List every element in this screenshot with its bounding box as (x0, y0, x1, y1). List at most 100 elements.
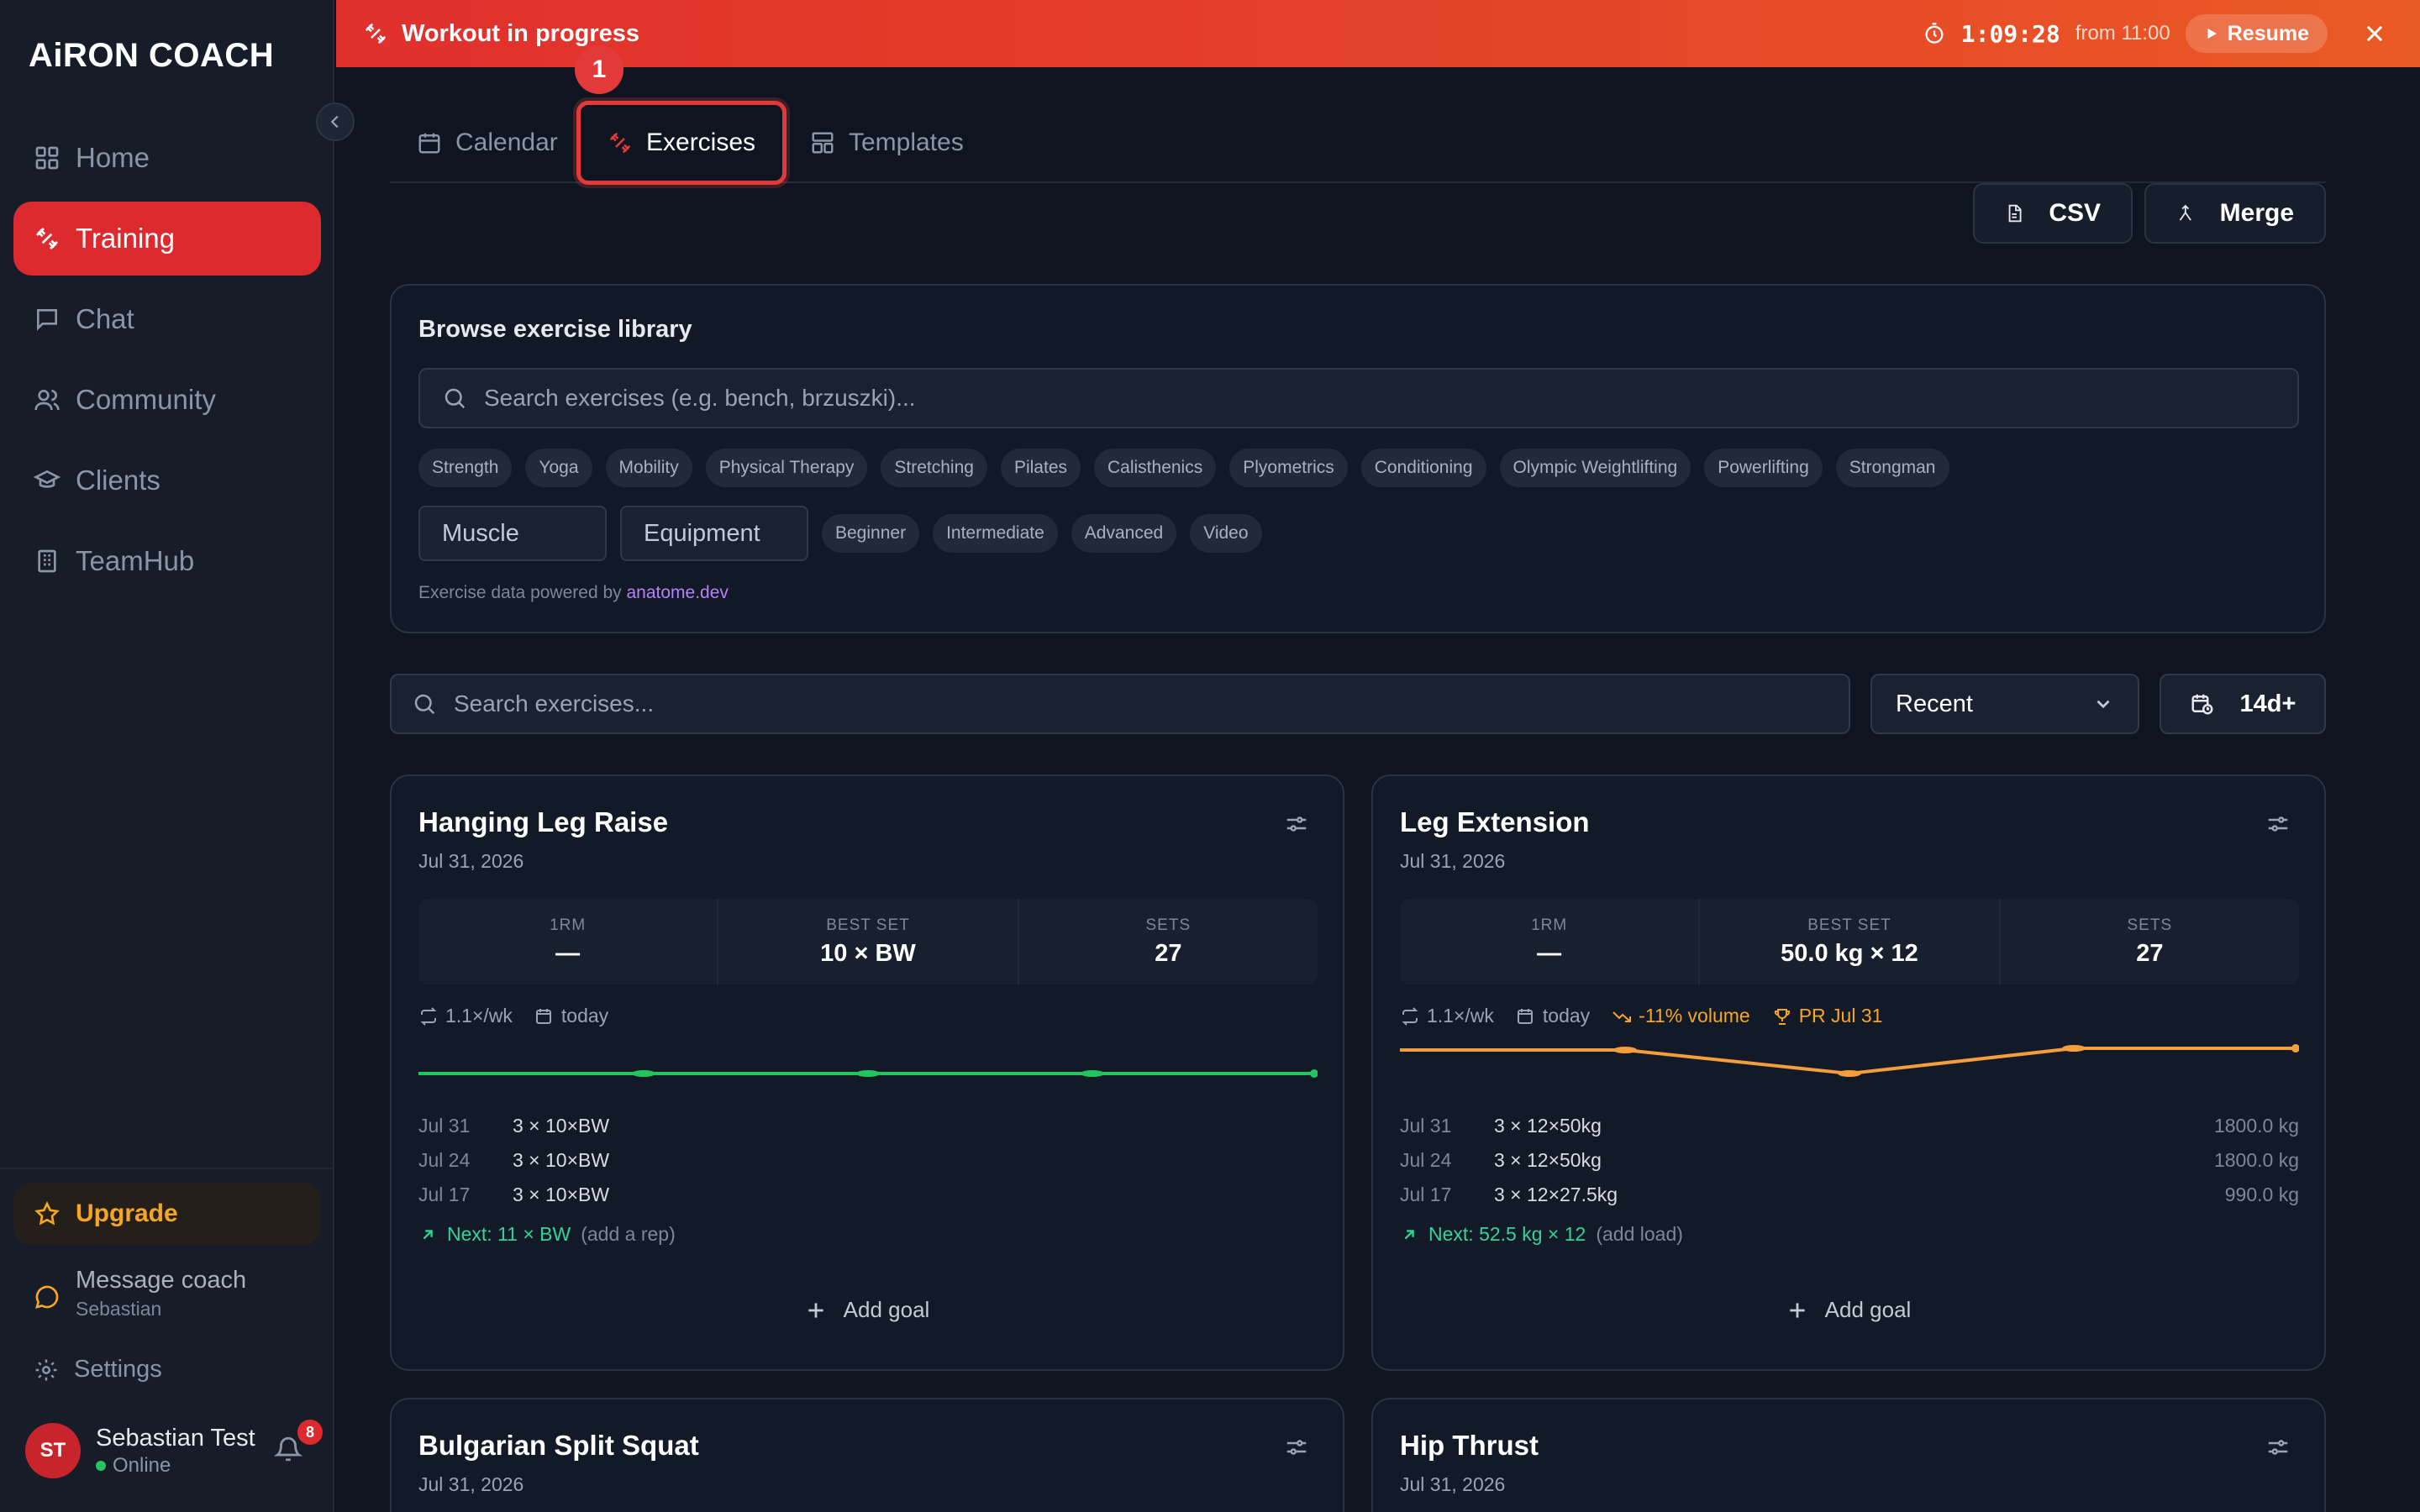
period-filter-button[interactable]: 14d+ (2160, 674, 2326, 734)
library-search-input[interactable]: Search exercises (e.g. bench, brzuszki).… (418, 368, 2299, 428)
history-volume: 1800.0 kg (2213, 1149, 2299, 1171)
history-date: Jul 24 (1400, 1149, 1452, 1171)
resume-button[interactable]: Resume (2185, 14, 2328, 53)
sort-value: Recent (1896, 690, 1973, 717)
arrow-up-right-icon (423, 1229, 433, 1239)
add-goal-button[interactable]: Add goal (392, 1297, 1343, 1323)
next-target-label: Next: 11 × BW (447, 1223, 571, 1245)
tab-label: Calendar (455, 129, 558, 156)
equipment-select[interactable]: Equipment (620, 506, 808, 561)
sidebar-item-training[interactable]: Training (13, 202, 321, 276)
level-chip[interactable]: Intermediate (933, 514, 1058, 553)
workout-start-time: from 11:00 (2075, 22, 2170, 45)
sidebar-item-community[interactable]: Community (13, 363, 321, 437)
collapse-sidebar-button[interactable] (316, 102, 355, 141)
category-chip[interactable]: Physical Therapy (705, 449, 868, 487)
users-icon (34, 390, 60, 411)
app-logo[interactable]: AiRON COACH (29, 37, 274, 75)
stat-label: SETS (1145, 916, 1192, 934)
category-chip[interactable]: Plyometrics (1229, 449, 1348, 487)
chat-icon (37, 309, 57, 331)
category-chip[interactable]: Mobility (605, 449, 692, 487)
tab-templates[interactable]: Templates (810, 101, 964, 185)
workout-banner: Workout in progress 1:09:28 from 11:00 R… (336, 0, 2420, 67)
settings-button[interactable]: Settings (34, 1356, 162, 1383)
stat-1rm: 1RM — (1400, 899, 1701, 984)
sparkline-point (856, 1070, 880, 1077)
category-chips: Strength Yoga Mobility Physical Therapy … (418, 449, 1949, 487)
sidebar-item-clients[interactable]: Clients (13, 444, 321, 517)
history-date: Jul 17 (418, 1184, 471, 1205)
sliders-icon[interactable] (1284, 811, 1309, 837)
sidebar-item-home[interactable]: Home (13, 121, 321, 195)
library-title: Browse exercise library (418, 316, 692, 343)
tab-calendar[interactable]: Calendar (417, 101, 558, 185)
history-date: Jul 17 (1400, 1184, 1452, 1205)
calendar-clock-icon (1517, 1008, 1533, 1024)
volume-sparkline (1400, 1044, 2299, 1077)
level-chip[interactable]: Advanced (1071, 514, 1177, 553)
user-name: Sebastian Test (96, 1424, 255, 1452)
exercise-card[interactable]: Hip Thrust Jul 31, 2026 (1371, 1398, 2326, 1512)
trophy-icon (1774, 1008, 1790, 1025)
category-chip[interactable]: Powerlifting (1704, 449, 1823, 487)
sidebar: AiRON COACH Home Training Chat Community… (0, 0, 334, 1512)
attribution-link[interactable]: anatome.dev (626, 583, 728, 602)
upgrade-button[interactable]: Upgrade (13, 1183, 321, 1245)
notifications-button[interactable] (274, 1435, 302, 1463)
history-row: Jul 31 3 × 12×50kg 1800.0 kg (1400, 1109, 2299, 1143)
category-chip[interactable]: Yoga (525, 449, 592, 487)
stat-best-set: BEST SET 50.0 kg × 12 (1700, 899, 2001, 984)
merge-icon (2179, 204, 2191, 221)
level-chip[interactable]: Beginner (822, 514, 920, 553)
history-date: Jul 31 (418, 1115, 471, 1137)
exercise-title: Hanging Leg Raise (418, 806, 669, 837)
stat-value: 27 (2136, 939, 2164, 967)
user-status-label: Online (113, 1453, 171, 1477)
category-chip[interactable]: Strongman (1835, 449, 1949, 487)
sidebar-item-teamhub[interactable]: TeamHub (13, 524, 321, 598)
sort-select[interactable]: Recent (1870, 674, 2139, 734)
add-goal-label: Add goal (1824, 1297, 1912, 1322)
plus-icon (808, 1302, 823, 1318)
repeat-icon (1402, 1006, 1418, 1026)
category-chip[interactable]: Pilates (1000, 449, 1081, 487)
exercise-search-input[interactable]: Search exercises... (390, 674, 1850, 734)
csv-export-button[interactable]: CSV (1973, 183, 2133, 244)
exercise-library-panel: Browse exercise library Search exercises… (390, 284, 2326, 633)
next-target-label: Next: 52.5 kg × 12 (1428, 1223, 1586, 1245)
workout-timer: 1:09:28 (1960, 19, 2060, 48)
sidebar-item-chat[interactable]: Chat (13, 282, 321, 356)
category-chip[interactable]: Strength (418, 449, 513, 487)
category-chip[interactable]: Olympic Weightlifting (1499, 449, 1691, 487)
stat-label: SETS (2127, 916, 2173, 934)
history-row: Jul 31 3 × 10×BW (418, 1109, 1318, 1143)
message-coach-button[interactable]: Message coach Sebastian (34, 1267, 246, 1320)
exercise-card[interactable]: Leg Extension Jul 31, 2026 1RM — BEST SE… (1371, 774, 2326, 1371)
exercise-stats: 1RM — BEST SET 50.0 kg × 12 SETS 27 (1400, 899, 2299, 984)
tab-exercises[interactable]: Exercises (576, 101, 787, 185)
frequency: 1.1×/wk (418, 1005, 513, 1027)
sliders-icon[interactable] (2265, 1435, 2291, 1460)
muscle-select[interactable]: Muscle (418, 506, 607, 561)
video-chip[interactable]: Video (1190, 514, 1262, 553)
user-profile[interactable]: ST Sebastian Test Online (25, 1423, 255, 1478)
training-tabs: Calendar Exercises Templates (390, 101, 2326, 185)
sidebar-item-label: Clients (76, 465, 160, 496)
coach-name: Sebastian (76, 1298, 162, 1320)
search-icon (414, 694, 435, 715)
sliders-icon[interactable] (2265, 811, 2291, 837)
category-chip[interactable]: Calisthenics (1094, 449, 1217, 487)
close-icon[interactable] (2363, 22, 2386, 45)
add-goal-button[interactable]: Add goal (1373, 1297, 2324, 1323)
pr-label: PR Jul 31 (1798, 1005, 1883, 1026)
category-chip[interactable]: Stretching (881, 449, 987, 487)
exercise-card[interactable]: Hanging Leg Raise Jul 31, 2026 1RM — BES… (390, 774, 1344, 1371)
exercise-card[interactable]: Bulgarian Split Squat Jul 31, 2026 (390, 1398, 1344, 1512)
next-target: Next: 52.5 kg × 12 (add load) (1400, 1223, 1683, 1246)
merge-button[interactable]: Merge (2144, 183, 2326, 244)
volume-trend-label: -11% volume (1639, 1005, 1750, 1026)
message-circle-icon (35, 1285, 59, 1309)
category-chip[interactable]: Conditioning (1360, 449, 1486, 487)
sliders-icon[interactable] (1284, 1435, 1309, 1460)
